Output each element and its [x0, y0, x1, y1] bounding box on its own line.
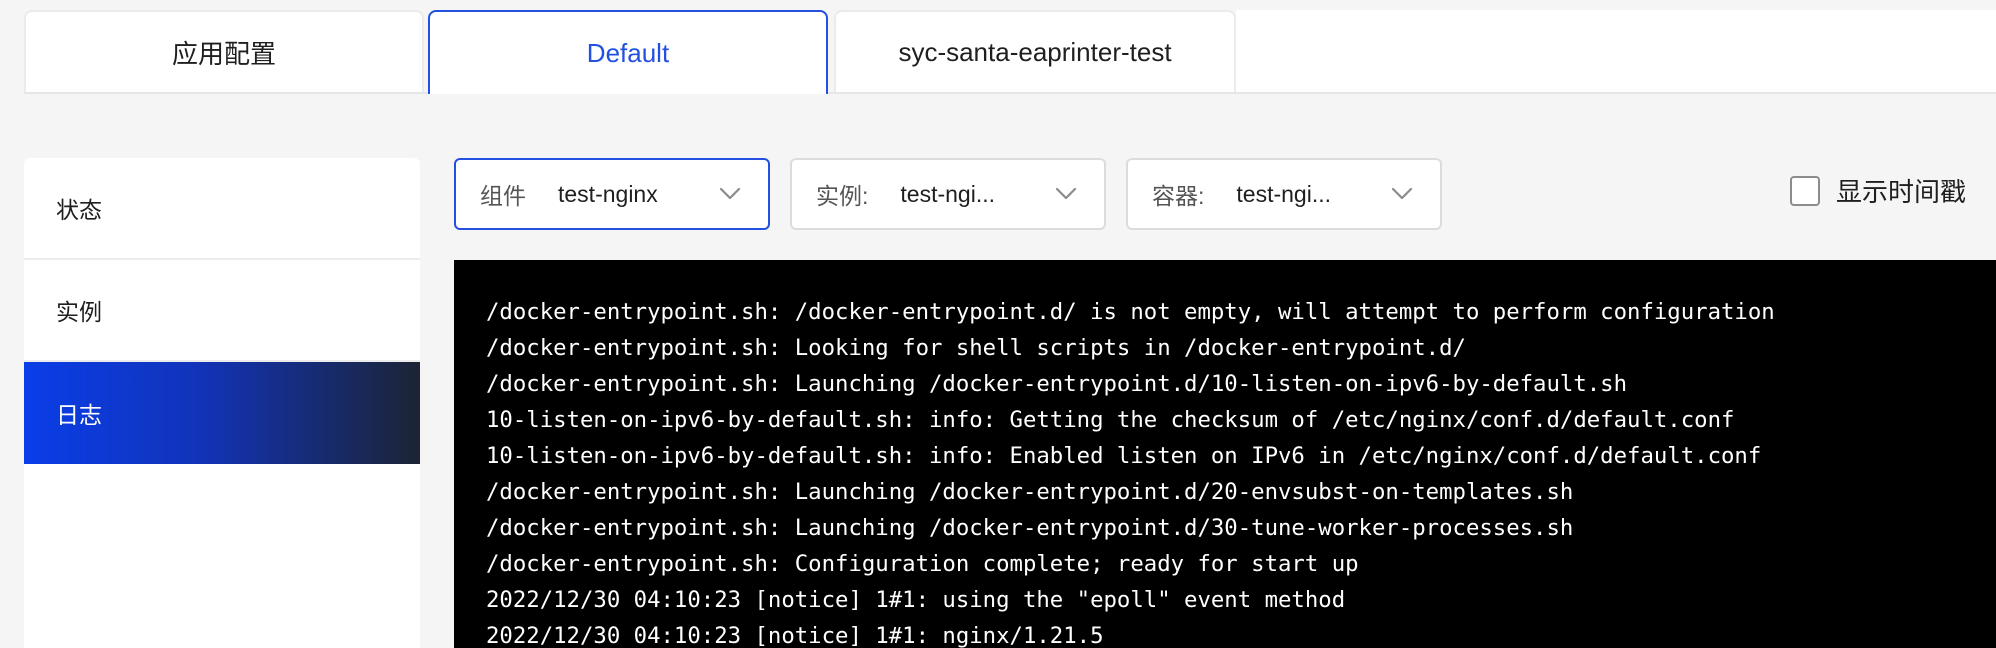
chevron-down-icon — [718, 182, 742, 206]
sidebar: 状态 实例 日志 — [24, 158, 420, 648]
instance-select-value: test-ngi... — [900, 180, 995, 207]
app-tabs: 应用配置 Default syc-santa-eaprinter-test — [24, 10, 1996, 94]
show-timestamp-label: 显示时间戳 — [1836, 177, 1967, 207]
instance-select[interactable]: 实例: test-ngi... — [790, 158, 1106, 230]
container-select-label: 容器: — [1152, 183, 1205, 209]
log-line: 10-listen-on-ipv6-by-default.sh: info: G… — [486, 407, 1735, 433]
log-line: /docker-entrypoint.sh: Launching /docker… — [486, 479, 1574, 505]
log-line: /docker-entrypoint.sh: /docker-entrypoin… — [486, 299, 1775, 325]
sidebar-item-label: 日志 — [56, 402, 102, 428]
sidebar-item-status[interactable]: 状态 — [24, 158, 420, 260]
component-select-value: test-nginx — [558, 180, 658, 207]
instance-select-label: 实例: — [816, 183, 869, 209]
log-line: 2022/12/30 04:10:23 [notice] 1#1: nginx/… — [486, 623, 1104, 648]
log-terminal[interactable]: /docker-entrypoint.sh: /docker-entrypoin… — [454, 260, 1996, 648]
container-select-value: test-ngi... — [1236, 180, 1331, 207]
chevron-down-icon — [1390, 182, 1414, 206]
component-select-label: 组件 — [480, 183, 526, 209]
tab-syc-santa-eaprinter-test[interactable]: syc-santa-eaprinter-test — [834, 10, 1236, 92]
component-select[interactable]: 组件 test-nginx — [454, 158, 770, 230]
show-timestamp-toggle[interactable]: 显示时间戳 — [1790, 172, 1966, 209]
tab-app-config[interactable]: 应用配置 — [24, 10, 424, 92]
log-line: /docker-entrypoint.sh: Looking for shell… — [486, 335, 1466, 361]
log-line: 2022/12/30 04:10:23 [notice] 1#1: using … — [486, 587, 1346, 613]
sidebar-item-label: 状态 — [56, 197, 102, 223]
tab-label: Default — [586, 37, 670, 68]
tab-bar-fill — [1236, 10, 1996, 92]
tab-label: 应用配置 — [171, 38, 276, 69]
sidebar-item-instances[interactable]: 实例 — [24, 260, 420, 362]
log-line: /docker-entrypoint.sh: Launching /docker… — [486, 371, 1628, 397]
log-line: /docker-entrypoint.sh: Launching /docker… — [486, 515, 1574, 541]
tab-default[interactable]: Default — [428, 10, 828, 94]
tab-label: syc-santa-eaprinter-test — [898, 36, 1172, 67]
chevron-down-icon — [1054, 182, 1078, 206]
container-select[interactable]: 容器: test-ngi... — [1126, 158, 1442, 230]
tab-bar-divider — [24, 92, 1996, 94]
log-line: /docker-entrypoint.sh: Configuration com… — [486, 551, 1359, 577]
log-line: 10-listen-on-ipv6-by-default.sh: info: E… — [486, 443, 1762, 469]
sidebar-item-logs[interactable]: 日志 — [24, 362, 420, 464]
sidebar-item-label: 实例 — [56, 299, 102, 325]
show-timestamp-checkbox[interactable] — [1790, 175, 1820, 206]
